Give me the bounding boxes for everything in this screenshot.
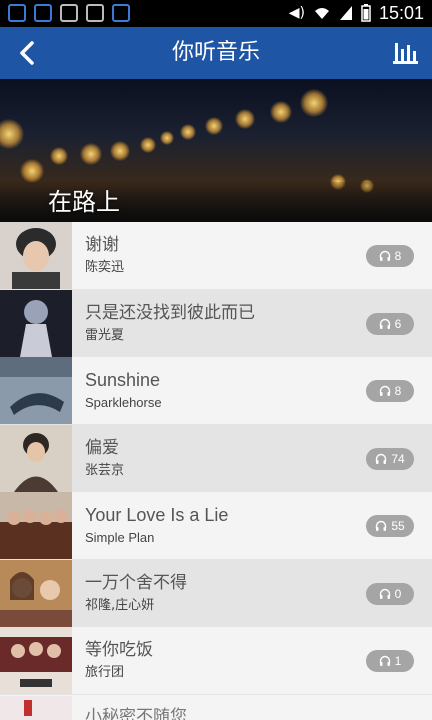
song-artist: 雷光夏 — [85, 327, 125, 343]
song-row[interactable]: 偏爱 张芸京 74 — [0, 424, 432, 492]
album-cover — [0, 492, 72, 559]
song-row[interactable]: 等你吃饭 旅行团 1 — [0, 627, 432, 695]
headphones-icon — [379, 588, 390, 599]
song-row[interactable]: 小秘密不随您 — [0, 696, 432, 720]
equalizer-icon — [393, 43, 418, 64]
album-cover — [0, 424, 72, 492]
listen-count-badge: 8 — [366, 380, 414, 402]
headphones-icon — [379, 250, 390, 261]
bokeh-light — [300, 89, 328, 117]
signal-icon — [339, 6, 352, 20]
song-artist: Sparklehorse — [85, 395, 162, 410]
now-playing-button[interactable] — [392, 41, 418, 65]
album-cover-image — [0, 696, 72, 720]
listen-count-badge: 6 — [366, 312, 414, 335]
song-row[interactable]: Your Love Is a Lie Simple Plan 55 — [0, 492, 432, 560]
bokeh-light — [140, 137, 156, 153]
sim-notification-icon — [60, 4, 78, 22]
listen-count-badge: 8 — [366, 245, 414, 267]
album-cover-image — [0, 289, 72, 357]
album-cover-image — [0, 357, 72, 424]
song-artist: Simple Plan — [85, 530, 155, 545]
listen-count: 6 — [394, 316, 402, 331]
song-title: 小秘密不随您 — [85, 707, 187, 720]
album-cover-image — [0, 424, 72, 492]
listen-count-badge: 55 — [366, 515, 414, 537]
bokeh-light — [235, 109, 255, 129]
album-cover-image — [0, 627, 72, 694]
listen-count-badge: 1 — [366, 650, 414, 672]
bokeh-light — [180, 124, 196, 140]
headphones-icon — [376, 453, 387, 464]
notification-icons — [8, 4, 130, 22]
clock: 15:01 — [378, 3, 424, 23]
song-title: 一万个舍不得 — [85, 572, 187, 593]
bokeh-light — [110, 141, 130, 161]
album-cover — [0, 559, 72, 627]
wifi-icon — [314, 8, 329, 19]
listen-count: 8 — [394, 249, 402, 263]
listen-count: 0 — [394, 586, 402, 601]
headphones-icon — [379, 385, 390, 396]
page-title: 你听音乐 — [171, 40, 260, 65]
listen-count-badge: 74 — [366, 447, 414, 470]
status-bar: ◀) 15:01 — [0, 0, 432, 27]
banner-label: 在路上 — [48, 188, 120, 216]
lock-notification-icon — [86, 4, 104, 22]
album-cover — [0, 696, 72, 720]
song-title: Sunshine — [85, 370, 161, 390]
headphones-icon — [379, 655, 390, 666]
album-cover — [0, 289, 72, 357]
song-title: 等你吃饭 — [85, 640, 153, 660]
song-title: Your Love Is a Lie — [85, 505, 229, 525]
system-icons: ◀) 15:01 — [289, 3, 424, 23]
bokeh-light — [160, 131, 174, 145]
listen-count: 8 — [394, 384, 402, 398]
bokeh-light — [270, 101, 292, 123]
app-notification-icon — [8, 4, 26, 22]
bokeh-light — [50, 147, 68, 165]
headphones-icon — [376, 520, 387, 531]
song-artist: 旅行团 — [85, 665, 125, 680]
bokeh-light — [80, 143, 102, 165]
song-row[interactable]: 只是还没找到彼此而已 雷光夏 6 — [0, 289, 432, 357]
album-cover-image — [0, 492, 72, 559]
listen-count: 55 — [391, 519, 405, 533]
song-title: 偏爱 — [85, 437, 119, 458]
song-artist: 陈奕迅 — [85, 260, 125, 275]
song-row[interactable]: Sunshine Sparklehorse 8 — [0, 357, 432, 425]
battery-icon — [361, 4, 371, 22]
song-artist: 张芸京 — [85, 462, 125, 478]
song-row[interactable]: 谢谢 陈奕迅 8 — [0, 222, 432, 290]
song-artist: 祁隆,庄心妍 — [85, 597, 155, 613]
volume-icon: ◀) — [288, 5, 305, 21]
app-header: 你听音乐 — [0, 27, 432, 79]
song-list: 谢谢 陈奕迅 8 只是还没找到彼此而已 雷光夏 6 Sunshine Spark… — [0, 222, 432, 695]
album-cover-image — [0, 222, 72, 289]
album-cover — [0, 627, 72, 694]
album-cover — [0, 222, 72, 289]
listen-count-badge: 0 — [366, 582, 414, 605]
bokeh-light — [0, 119, 24, 149]
headphones-icon — [379, 318, 390, 329]
album-cover — [0, 357, 72, 424]
album-cover-image — [0, 559, 72, 627]
song-title: 只是还没找到彼此而已 — [85, 302, 255, 323]
playlist-banner[interactable]: 在路上 — [0, 79, 432, 222]
listen-count: 74 — [391, 451, 405, 466]
bokeh-light — [205, 117, 223, 135]
app-notification-icon — [34, 4, 52, 22]
song-row[interactable]: 一万个舍不得 祁隆,庄心妍 0 — [0, 559, 432, 627]
song-title: 谢谢 — [85, 235, 119, 255]
bokeh-light — [20, 159, 44, 183]
shield-notification-icon — [112, 4, 130, 22]
listen-count: 1 — [394, 654, 402, 668]
